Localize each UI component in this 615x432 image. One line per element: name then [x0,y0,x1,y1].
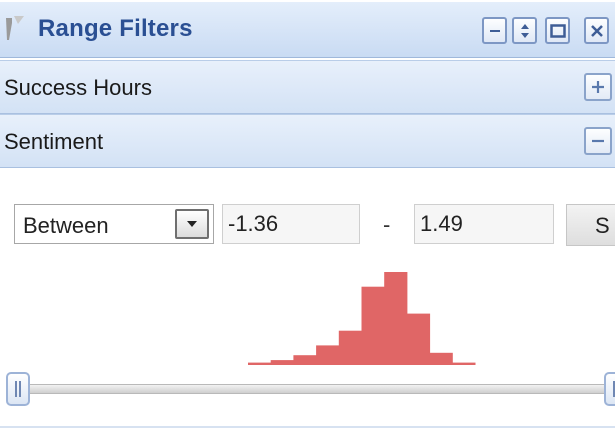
close-icon [590,24,603,37]
slider-min-handle[interactable] [6,372,30,406]
sentiment-histogram [248,272,476,365]
collapse-button[interactable] [584,127,612,155]
resize-button[interactable] [512,17,537,44]
plus-icon [592,81,604,93]
close-button[interactable] [584,17,609,44]
minimize-icon [489,29,500,32]
operator-select-value: Between [23,213,109,238]
histogram-bar [338,330,362,365]
histogram-bar [429,352,453,365]
panel-titlebar: Range Filters [0,2,615,58]
minimize-button[interactable] [482,17,507,44]
maximize-button[interactable] [545,17,570,44]
section-sentiment[interactable]: Sentiment [0,114,615,168]
section-label: Sentiment [4,129,104,154]
min-value-input[interactable]: -1.36 [222,204,360,244]
submit-button[interactable]: S [566,204,615,246]
expand-button[interactable] [584,73,612,101]
histogram-bar [316,345,340,365]
histogram-bar [270,360,294,365]
section-label: Success Hours [4,75,152,100]
range-slider-track[interactable] [18,384,615,394]
histogram-bar [406,313,431,365]
slider-max-handle[interactable] [604,372,615,406]
panel-bottom-border [0,426,615,428]
range-separator: - [383,212,391,237]
histogram-bar [361,286,385,365]
resize-icon [520,23,529,38]
dropdown-button[interactable] [175,209,209,239]
panel-title: Range Filters [38,15,193,42]
histogram-bar [248,362,272,365]
histogram-bar [452,362,476,365]
section-success-hours[interactable]: Success Hours [0,60,615,114]
maximize-icon [549,23,566,38]
chevron-down-icon [187,221,197,227]
range-filters-panel: Range Filters Success Hours Sentiment Be… [0,0,615,432]
operator-select[interactable]: Between [14,204,214,244]
histogram-bar [384,272,408,365]
minus-icon [592,139,604,143]
filter-icon [6,16,24,40]
histogram-bar [293,355,317,365]
max-value-input[interactable]: 1.49 [414,204,554,244]
